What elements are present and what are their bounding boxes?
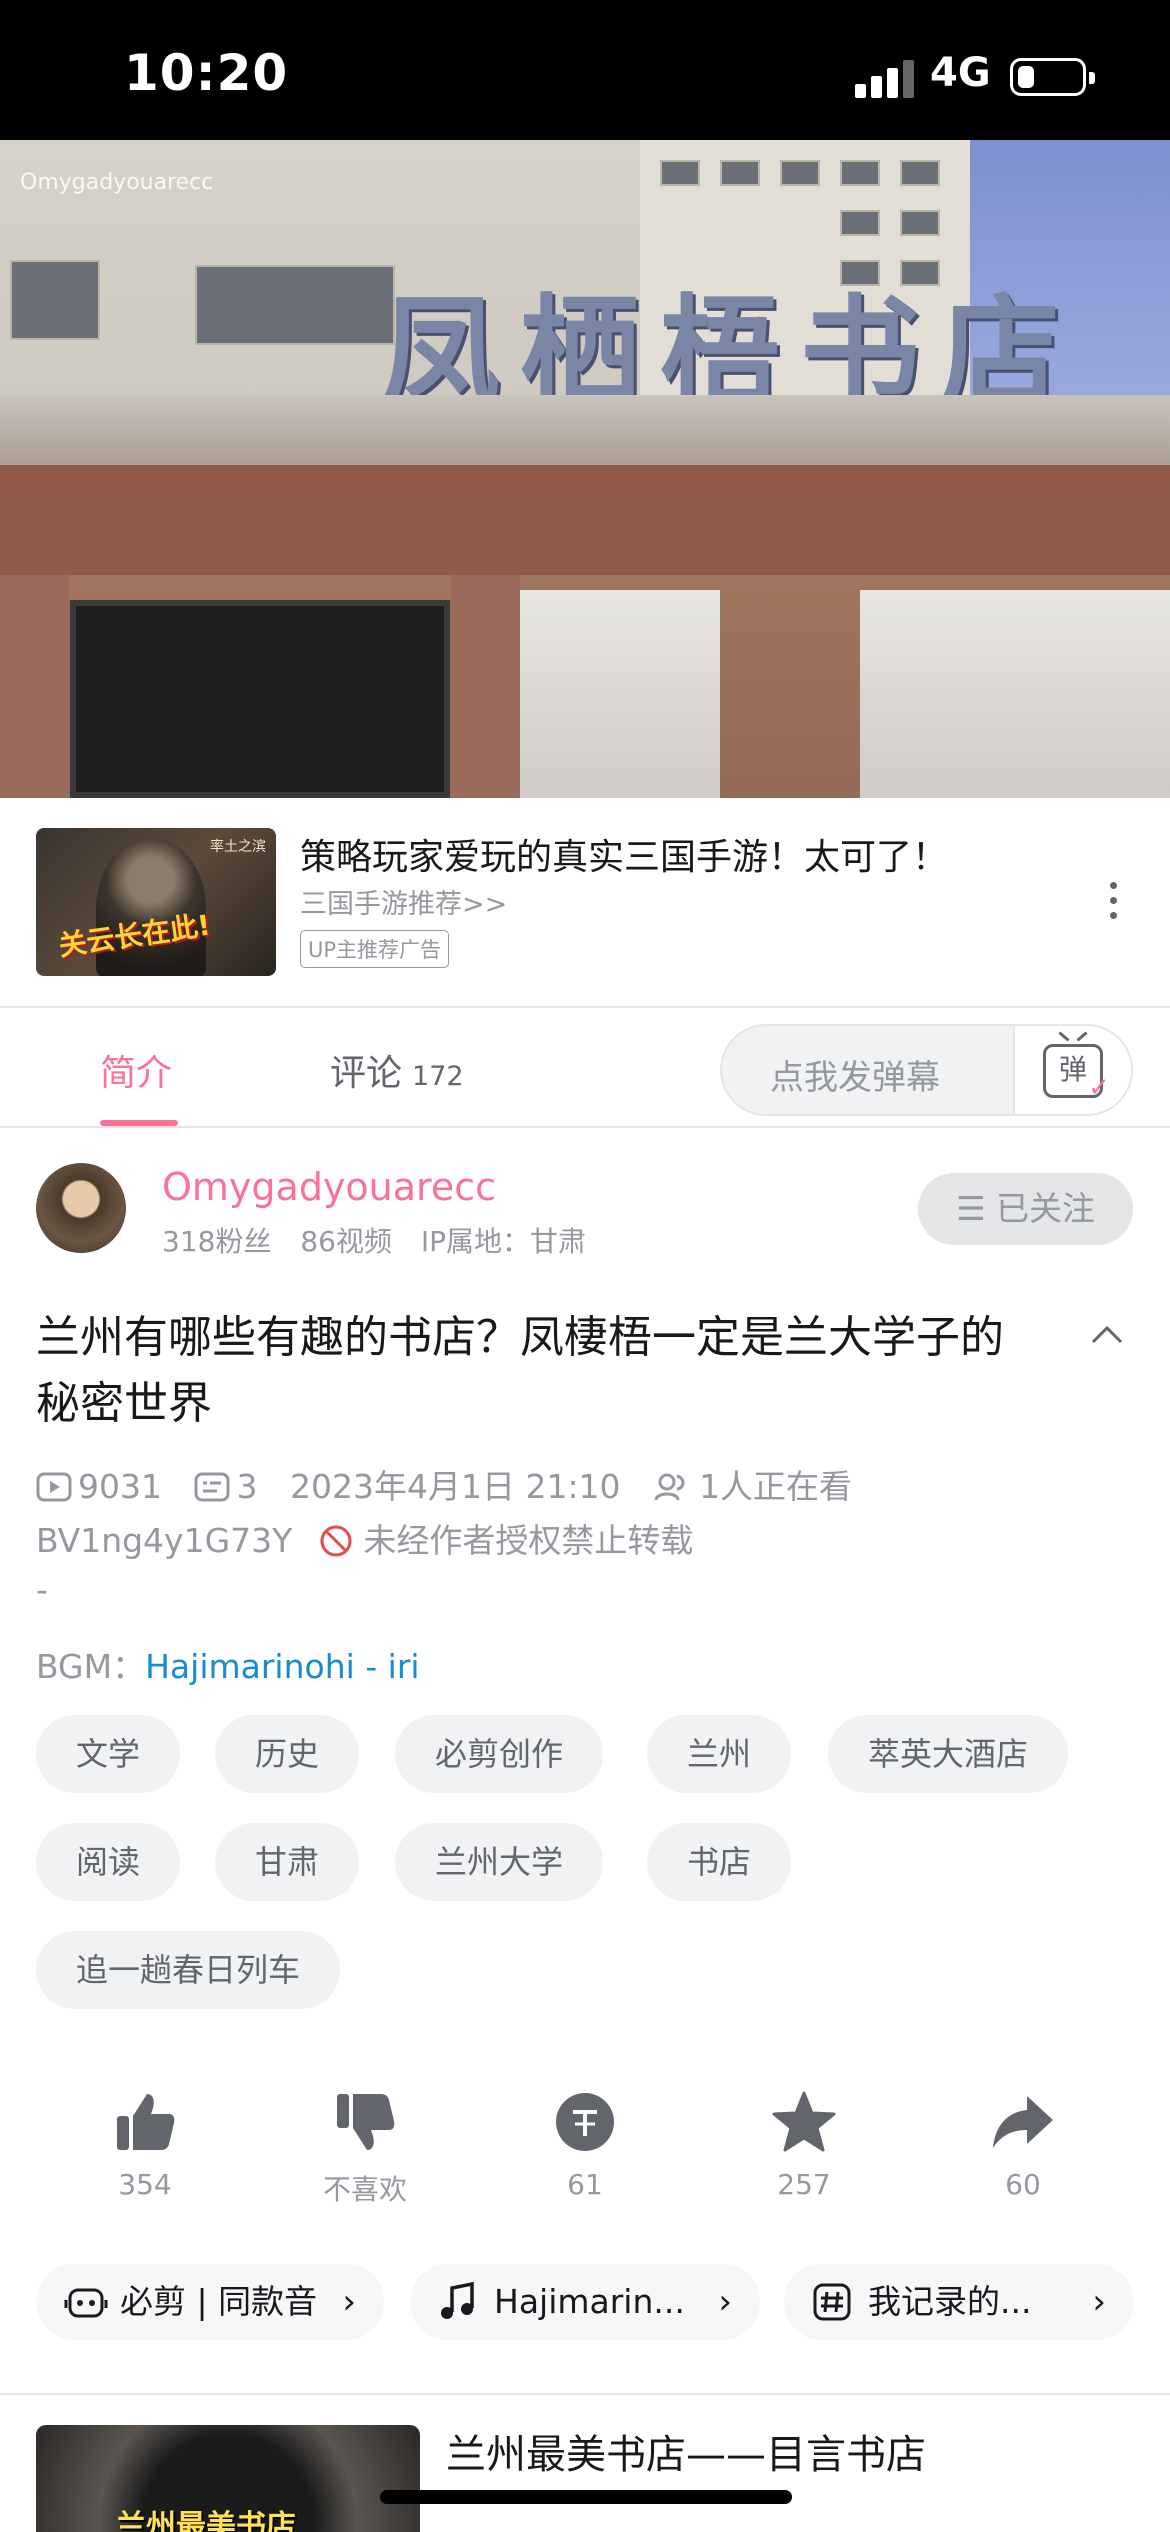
shutter [520, 590, 720, 798]
uploader-meta: 318粉丝 86视频 IP属地：甘肃 [162, 1220, 606, 1260]
battery-icon [1010, 58, 1095, 96]
chevron-right-icon: › [342, 2282, 356, 2322]
views-count: 9031 [78, 1467, 162, 1506]
favorite-count: 257 [777, 2168, 831, 2201]
recommended-thumbnail[interactable]: 兰州最美书店 [36, 2425, 420, 2532]
tab-intro[interactable]: 简介 [100, 1044, 172, 1096]
tag[interactable]: 萃英大酒店 [828, 1715, 1069, 1793]
no-repost-icon [320, 1525, 352, 1557]
bgm-label: BGM： [36, 1647, 146, 1686]
status-bar: 10:20 4G [0, 0, 1170, 140]
tag[interactable]: 兰州 [647, 1715, 792, 1793]
shutter [860, 590, 1170, 798]
video-stats: 9031 3 2023年4月1日 21:10 1人正在看 [36, 1460, 852, 1508]
tab-comments-label: 评论 [330, 1053, 403, 1094]
share-button[interactable]: 60 [948, 2090, 1098, 2201]
tab-bar: 简介 评论 172 点我发弹幕 弹 ✓ [0, 1008, 1170, 1128]
avatar[interactable] [36, 1163, 126, 1253]
building-ledge [0, 395, 1170, 465]
home-indicator[interactable] [380, 2490, 792, 2504]
ad-subtitle[interactable]: 三国手游推荐>> [300, 882, 507, 921]
more-options-icon[interactable] [1103, 882, 1123, 932]
record-label: 我记录的... [868, 2282, 1032, 2321]
ip-location: IP属地：甘肃 [420, 1225, 587, 1258]
thumbs-down-icon [337, 2094, 395, 2150]
signal-icon [855, 58, 915, 98]
status-time: 10:20 [124, 44, 289, 102]
record-chip[interactable]: 我记录的... › [784, 2264, 1134, 2340]
like-button[interactable]: 354 [70, 2090, 220, 2201]
divider [0, 2393, 1170, 2395]
watching-icon [654, 1473, 685, 1501]
tab-indicator [100, 1120, 178, 1126]
video-player[interactable]: 凤栖梧书店 Omygadyouarecc [0, 140, 1170, 798]
music-label: Hajimarin... [494, 2282, 685, 2321]
danmaku-toggle-button[interactable]: 弹 ✓ [1013, 1026, 1131, 1114]
uploader-name[interactable]: Omygadyouarecc [162, 1165, 496, 1209]
danmaku-placeholder: 点我发弹幕 [770, 1058, 940, 1098]
bijian-robot-icon [64, 2288, 108, 2318]
share-icon [993, 2096, 1053, 2148]
watching-count: 1人正在看 [699, 1467, 853, 1506]
tag[interactable]: 追一趟春日列车 [36, 1931, 341, 2009]
publish-datetime: 2023年4月1日 21:10 [289, 1467, 621, 1506]
tab-comments[interactable]: 评论 172 [330, 1044, 464, 1096]
hashtag-icon [813, 2283, 851, 2321]
recommended-thumb-caption: 兰州最美书店 [116, 2509, 296, 2532]
like-count: 354 [118, 2168, 172, 2201]
recommended-title[interactable]: 兰州最美书店——目言书店 [446, 2422, 926, 2480]
tag[interactable]: 必剪创作 [395, 1715, 604, 1793]
tag[interactable]: 书店 [647, 1823, 792, 1901]
granite-band [0, 465, 1170, 575]
favorite-button[interactable]: 257 [729, 2090, 879, 2201]
fans-count: 318粉丝 [162, 1225, 272, 1258]
coin-count: 61 [567, 2168, 603, 2201]
tag[interactable]: 阅读 [36, 1823, 181, 1901]
ad-title[interactable]: 策略玩家爱玩的真实三国手游！太可了！ [300, 828, 948, 880]
network-type: 4G [930, 50, 991, 96]
tag[interactable]: 历史 [215, 1715, 360, 1793]
bvid[interactable]: BV1ng4y1G73Y [36, 1521, 292, 1560]
chevron-right-icon: › [1092, 2282, 1106, 2322]
music-chip[interactable]: Hajimarin... › [410, 2264, 760, 2340]
danmaku-input[interactable]: 点我发弹幕 弹 ✓ [720, 1024, 1133, 1116]
danmaku-tv-icon: 弹 ✓ [1043, 1044, 1110, 1101]
ad-card[interactable]: 率土之滨 关云长在此! 策略玩家爱玩的真实三国手游！太可了！ 三国手游推荐>> … [0, 798, 1170, 1008]
dislike-label: 不喜欢 [322, 2173, 407, 2206]
video-title: 兰州有哪些有趣的书店？凤棲梧一定是兰大学子的秘密世界 [36, 1312, 1004, 1429]
chevron-right-icon: › [718, 2282, 732, 2322]
bijian-label: 必剪 | 同款音 [120, 2282, 318, 2321]
star-icon [772, 2091, 836, 2152]
tag[interactable]: 文学 [36, 1715, 181, 1793]
store-door [70, 600, 450, 798]
coin-icon [556, 2093, 614, 2151]
thumbs-up-icon [117, 2094, 175, 2150]
chevron-up-icon[interactable] [1090, 1318, 1124, 1352]
tag[interactable]: 兰州大学 [395, 1823, 604, 1901]
video-watermark: Omygadyouarecc [20, 170, 214, 195]
share-count: 60 [1005, 2168, 1041, 2201]
repost-notice: 未经作者授权禁止转载 [363, 1521, 694, 1560]
description-text: - [36, 1570, 48, 1609]
tag[interactable]: 甘肃 [215, 1823, 360, 1901]
bijian-chip[interactable]: 必剪 | 同款音 › [36, 2264, 384, 2340]
play-count-icon [36, 1472, 72, 1502]
ad-thumb-corner-text: 率土之滨 [210, 839, 266, 855]
ad-thumbnail[interactable]: 率土之滨 关云长在此! [36, 828, 276, 976]
bgm-song-link[interactable]: Hajimarinohi - iri [145, 1647, 419, 1686]
follow-button[interactable]: ☰ 已关注 [918, 1173, 1133, 1245]
videos-count: 86视频 [300, 1225, 392, 1258]
bgm-line: BGM：Hajimarinohi - iri [36, 1640, 420, 1688]
danmaku-count: 3 [236, 1467, 258, 1506]
music-note-icon [441, 2282, 474, 2319]
ad-badge: UP主推荐广告 [300, 930, 450, 968]
comments-count: 172 [412, 1061, 464, 1092]
video-id-line: BV1ng4y1G73Y 未经作者授权禁止转载 [36, 1514, 693, 1562]
danmaku-count-icon [194, 1472, 230, 1502]
dislike-button[interactable]: 不喜欢 [290, 2090, 440, 2208]
coin-button[interactable]: 61 [510, 2090, 660, 2201]
